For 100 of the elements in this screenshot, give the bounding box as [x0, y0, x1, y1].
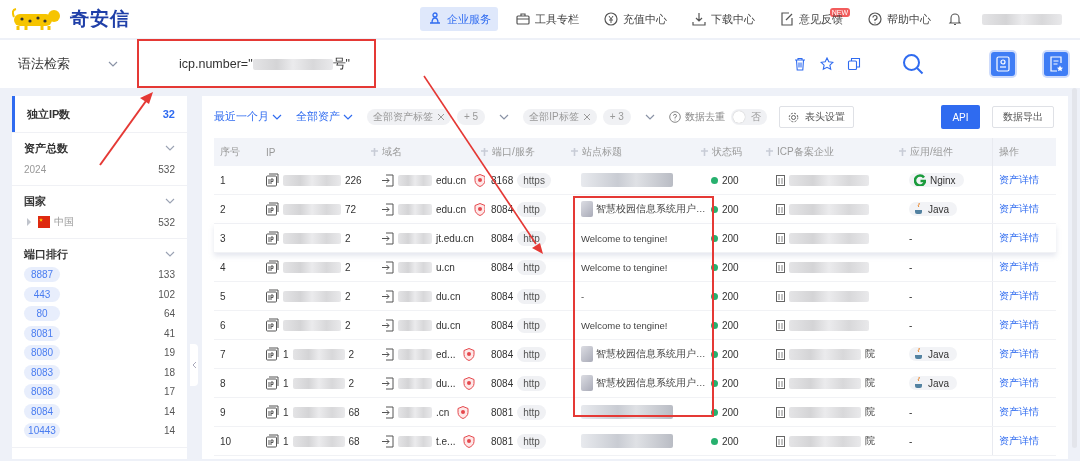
table-cell: 1 — [220, 174, 226, 186]
port-tag[interactable]: 8083 — [24, 364, 60, 380]
chevron-down-icon[interactable] — [165, 143, 175, 153]
sort-icon[interactable] — [371, 148, 378, 156]
status-code: 200 — [722, 203, 739, 215]
login-arrow-icon — [381, 173, 394, 187]
country-label[interactable]: 中国 — [54, 215, 74, 229]
app-tag[interactable]: Java — [909, 376, 958, 390]
asset-details-link[interactable]: 资产详情 — [999, 202, 1039, 216]
blurred-text — [398, 377, 432, 389]
collapse-handle[interactable] — [190, 344, 198, 386]
bell-icon[interactable] — [948, 12, 962, 26]
chevron-down-icon[interactable] — [644, 114, 655, 120]
table-cell: 8 — [220, 377, 226, 389]
table-cell: - — [909, 261, 913, 273]
port-tag[interactable]: 8080 — [24, 345, 60, 361]
login-arrow-icon — [381, 434, 394, 448]
domain-text[interactable]: .cn — [436, 406, 450, 418]
sort-icon[interactable] — [481, 148, 488, 156]
domain-text[interactable]: t.e... — [436, 435, 456, 447]
domain-text[interactable]: edu.cn — [436, 174, 467, 186]
port-tag[interactable]: 8081 — [24, 325, 60, 341]
port-tag[interactable]: 8088 — [24, 384, 60, 400]
toolbox-icon — [514, 11, 531, 27]
status-dot-icon — [711, 408, 718, 416]
close-icon[interactable] — [437, 113, 445, 121]
asset-filter-dropdown[interactable]: 全部资产 — [296, 110, 353, 124]
blurred-text — [292, 406, 345, 418]
search-icon[interactable] — [902, 53, 924, 75]
nav-item[interactable]: 下载中心 — [683, 7, 762, 31]
domain-text[interactable]: du.cn — [436, 319, 461, 331]
column-header: 操作 — [999, 145, 1019, 159]
more-tags-badge[interactable]: + 5 — [457, 109, 486, 125]
chevron-down-icon[interactable] — [165, 196, 175, 206]
app-tag[interactable]: Java — [909, 347, 958, 361]
asset-details-link[interactable]: 资产详情 — [999, 347, 1039, 361]
domain-text[interactable]: du... — [436, 377, 456, 389]
close-icon[interactable] — [582, 113, 591, 121]
document-star-button[interactable] — [1044, 52, 1068, 76]
nav-item[interactable]: 企业服务 — [419, 7, 498, 31]
asset-details-link[interactable]: 资产详情 — [999, 434, 1039, 448]
ip-text: 2 — [348, 348, 355, 360]
domain-text[interactable]: edu.cn — [436, 203, 467, 215]
count-text: 14 — [163, 405, 175, 417]
chevron-down-icon[interactable] — [165, 249, 175, 259]
domain-text[interactable]: u.cn — [436, 261, 455, 273]
app-tag[interactable]: Java — [909, 202, 958, 216]
asset-details-link[interactable]: 资产详情 — [999, 173, 1039, 187]
star-icon[interactable] — [820, 57, 834, 71]
search-mode-dropdown[interactable]: 语法检索 — [18, 50, 139, 78]
domain-text[interactable]: ed... — [436, 348, 456, 360]
app-tag[interactable]: Nginx — [909, 173, 964, 187]
asset-details-link[interactable]: 资产详情 — [999, 231, 1039, 245]
asset-details-link[interactable]: 资产详情 — [999, 376, 1039, 390]
trash-icon[interactable] — [793, 57, 807, 71]
filter-tag[interactable]: 全部IP标签 — [523, 109, 597, 125]
column-header: 站点标题 — [582, 145, 622, 159]
port-text: 8084 — [491, 261, 514, 273]
count-text: 41 — [163, 327, 175, 339]
search-field[interactable]: icp.number=" 号" — [179, 55, 379, 73]
sort-icon[interactable] — [571, 148, 578, 156]
nav-item[interactable]: 充值中心 — [595, 7, 674, 31]
sort-icon[interactable] — [899, 148, 906, 156]
building-icon — [776, 377, 785, 389]
blurred-text — [292, 435, 345, 447]
asset-details-link[interactable]: 资产详情 — [999, 405, 1039, 419]
column-settings-button[interactable]: 表头设置 — [778, 106, 854, 128]
export-button[interactable]: 数据导出 — [992, 106, 1054, 128]
ip-text: 2 — [348, 377, 355, 389]
asset-details-link[interactable]: 资产详情 — [999, 289, 1039, 303]
port-tag[interactable]: 10443 — [24, 423, 60, 439]
status-code: 200 — [722, 261, 739, 273]
sort-icon[interactable] — [766, 148, 773, 156]
filter-tag[interactable]: 全部资产标签 — [367, 109, 451, 125]
nav-item[interactable]: 帮助中心 — [860, 7, 938, 31]
time-filter-dropdown[interactable]: 最近一个月 — [214, 110, 282, 124]
scrollbar[interactable] — [1072, 88, 1077, 448]
domain-text[interactable]: jt.edu.cn — [436, 232, 474, 244]
port-tag[interactable]: 8084 — [24, 403, 60, 419]
port-tag[interactable]: 8887 — [24, 267, 60, 283]
chevron-down-icon[interactable] — [499, 114, 510, 120]
sort-icon[interactable] — [701, 148, 708, 156]
ip-icon — [266, 405, 279, 419]
asset-details-link[interactable]: 资产详情 — [999, 318, 1039, 332]
site-title: Welcome to tengine! — [581, 261, 668, 273]
more-tags-badge[interactable]: + 3 — [602, 109, 631, 125]
api-button[interactable]: API — [941, 105, 980, 129]
protocol-tag: http — [517, 433, 546, 449]
toggle-switch[interactable]: 否 — [730, 109, 767, 125]
domain-text[interactable]: du.cn — [436, 290, 461, 302]
building-icon — [776, 348, 785, 360]
site-title: - — [581, 290, 585, 302]
asset-details-link[interactable]: 资产详情 — [999, 260, 1039, 274]
nav-item[interactable]: 工具专栏 — [507, 7, 586, 31]
triangle-right-icon[interactable] — [26, 218, 32, 226]
year-label[interactable]: 2024 — [24, 163, 47, 175]
port-tag[interactable]: 443 — [24, 286, 60, 302]
port-tag[interactable]: 80 — [24, 306, 60, 322]
copy-icon[interactable] — [847, 57, 861, 71]
contact-card-button[interactable] — [991, 52, 1015, 76]
